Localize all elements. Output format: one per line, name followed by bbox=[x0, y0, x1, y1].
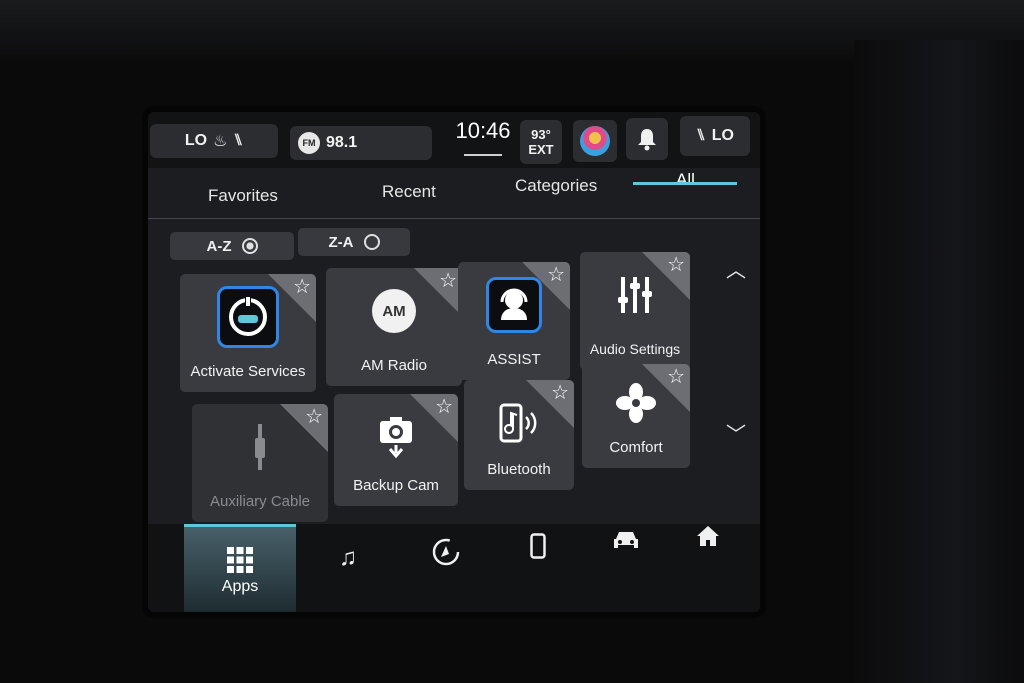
notifications-button[interactable] bbox=[626, 118, 668, 160]
fan-icon bbox=[616, 383, 656, 423]
category-tabs: Favorites Recent Categories All bbox=[148, 168, 760, 219]
temperature-value: 93° bbox=[531, 127, 551, 142]
scroll-up-icon[interactable]: ︿ bbox=[726, 254, 746, 283]
steering-heat-icon: ♨ bbox=[213, 133, 228, 150]
sort-za-button[interactable]: Z-A bbox=[298, 228, 410, 256]
sort-za-label: Z-A bbox=[328, 233, 354, 251]
nav-media-button[interactable]: ♫ bbox=[320, 514, 376, 602]
tab-categories[interactable]: Categories bbox=[515, 176, 597, 196]
car-icon bbox=[614, 532, 638, 548]
home-icon bbox=[697, 526, 719, 546]
sort-az-button[interactable]: A-Z bbox=[170, 232, 294, 260]
tile-label: AM Radio bbox=[361, 357, 427, 374]
app-tile-bluetooth[interactable]: ☆ Bluetooth bbox=[464, 380, 574, 490]
tile-icon-wrap bbox=[458, 276, 570, 334]
tile-icon-wrap bbox=[192, 418, 328, 476]
navigation-compass-icon bbox=[432, 538, 460, 566]
aux-cable-icon bbox=[255, 424, 265, 470]
apps-grid-icon bbox=[227, 547, 253, 573]
app-tile-auxiliary-cable[interactable]: ☆ Auxiliary Cable bbox=[192, 404, 328, 522]
app-tile-assist[interactable]: ☆ ASSIST bbox=[458, 262, 570, 380]
radio-band-icon: FM bbox=[298, 132, 320, 154]
sort-az-label: A-Z bbox=[206, 237, 232, 255]
nav-navigation-button[interactable] bbox=[416, 508, 476, 596]
nav-home-button[interactable] bbox=[680, 492, 736, 580]
radio-selected-icon bbox=[241, 238, 258, 254]
tile-label: Activate Services bbox=[190, 363, 306, 380]
tile-label: ASSIST bbox=[487, 351, 541, 368]
scroll-down-icon[interactable]: ﹀ bbox=[726, 418, 746, 447]
nav-vehicle-button[interactable] bbox=[598, 496, 654, 584]
infotainment-screen: LO ♨ ⑊ FM 98.1 10:46 93° EXT ⑊ LO Favori bbox=[148, 112, 760, 612]
tile-icon-wrap bbox=[180, 286, 316, 348]
tile-icon-wrap bbox=[580, 266, 690, 324]
tab-all[interactable]: All bbox=[676, 170, 695, 190]
bottom-nav-bar: Apps ♫ bbox=[148, 524, 760, 612]
app-tile-activate-services[interactable]: ☆ Activate Services bbox=[180, 274, 316, 392]
tile-icon-wrap bbox=[334, 408, 458, 466]
temperature-label: EXT bbox=[528, 142, 554, 157]
status-bar: LO ♨ ⑊ FM 98.1 10:46 93° EXT ⑊ LO bbox=[148, 112, 760, 168]
active-tab-indicator bbox=[633, 182, 737, 185]
tile-label: Auxiliary Cable bbox=[209, 493, 311, 510]
bell-icon bbox=[638, 129, 656, 151]
phone-icon bbox=[530, 533, 546, 559]
app-tile-backup-cam[interactable]: ☆ Backup Cam bbox=[334, 394, 458, 506]
seat-heat-icon: ⑊ bbox=[233, 132, 244, 149]
radio-unselected-icon bbox=[363, 234, 380, 250]
app-tile-audio-settings[interactable]: ☆ Audio Settings bbox=[580, 252, 690, 370]
profile-button[interactable] bbox=[573, 120, 617, 162]
dashboard-panel bbox=[854, 40, 1024, 683]
app-tile-comfort[interactable]: ☆ Comfort bbox=[582, 364, 690, 468]
clock: 10:46 bbox=[448, 118, 518, 158]
assist-icon bbox=[486, 277, 542, 333]
connected-car-icon bbox=[217, 286, 279, 348]
tile-label: Bluetooth bbox=[487, 461, 551, 478]
left-climate-button[interactable]: LO ♨ ⑊ bbox=[150, 124, 278, 158]
tile-label: Comfort bbox=[609, 439, 663, 456]
tab-recent[interactable]: Recent bbox=[382, 182, 436, 202]
left-climate-label: LO bbox=[184, 132, 208, 149]
app-tile-am-radio[interactable]: ☆ AM AM Radio bbox=[326, 268, 462, 386]
avatar bbox=[580, 126, 610, 156]
right-climate-button[interactable]: ⑊ LO bbox=[680, 116, 750, 156]
tile-icon-wrap bbox=[582, 374, 690, 432]
tile-label: Audio Settings bbox=[589, 341, 681, 357]
nav-apps-button[interactable]: Apps bbox=[184, 524, 296, 612]
music-note-icon: ♫ bbox=[339, 544, 357, 571]
tab-favorites[interactable]: Favorites bbox=[208, 186, 278, 206]
seat-heat-icon: ⑊ bbox=[696, 127, 706, 144]
bluetooth-phone-icon bbox=[499, 403, 537, 443]
nav-phone-button[interactable] bbox=[510, 502, 566, 590]
tile-icon-wrap: AM bbox=[326, 282, 462, 340]
equalizer-icon bbox=[618, 277, 652, 313]
tile-label: Backup Cam bbox=[353, 477, 439, 494]
exterior-temperature: 93° EXT bbox=[520, 120, 562, 164]
radio-frequency: 98.1 bbox=[326, 134, 358, 151]
nav-apps-label: Apps bbox=[221, 578, 259, 595]
tile-icon-wrap bbox=[464, 394, 574, 452]
am-radio-icon: AM bbox=[372, 289, 416, 333]
right-climate-label: LO bbox=[711, 127, 734, 144]
radio-source-button[interactable]: FM 98.1 bbox=[290, 126, 432, 160]
camera-icon bbox=[380, 417, 412, 459]
